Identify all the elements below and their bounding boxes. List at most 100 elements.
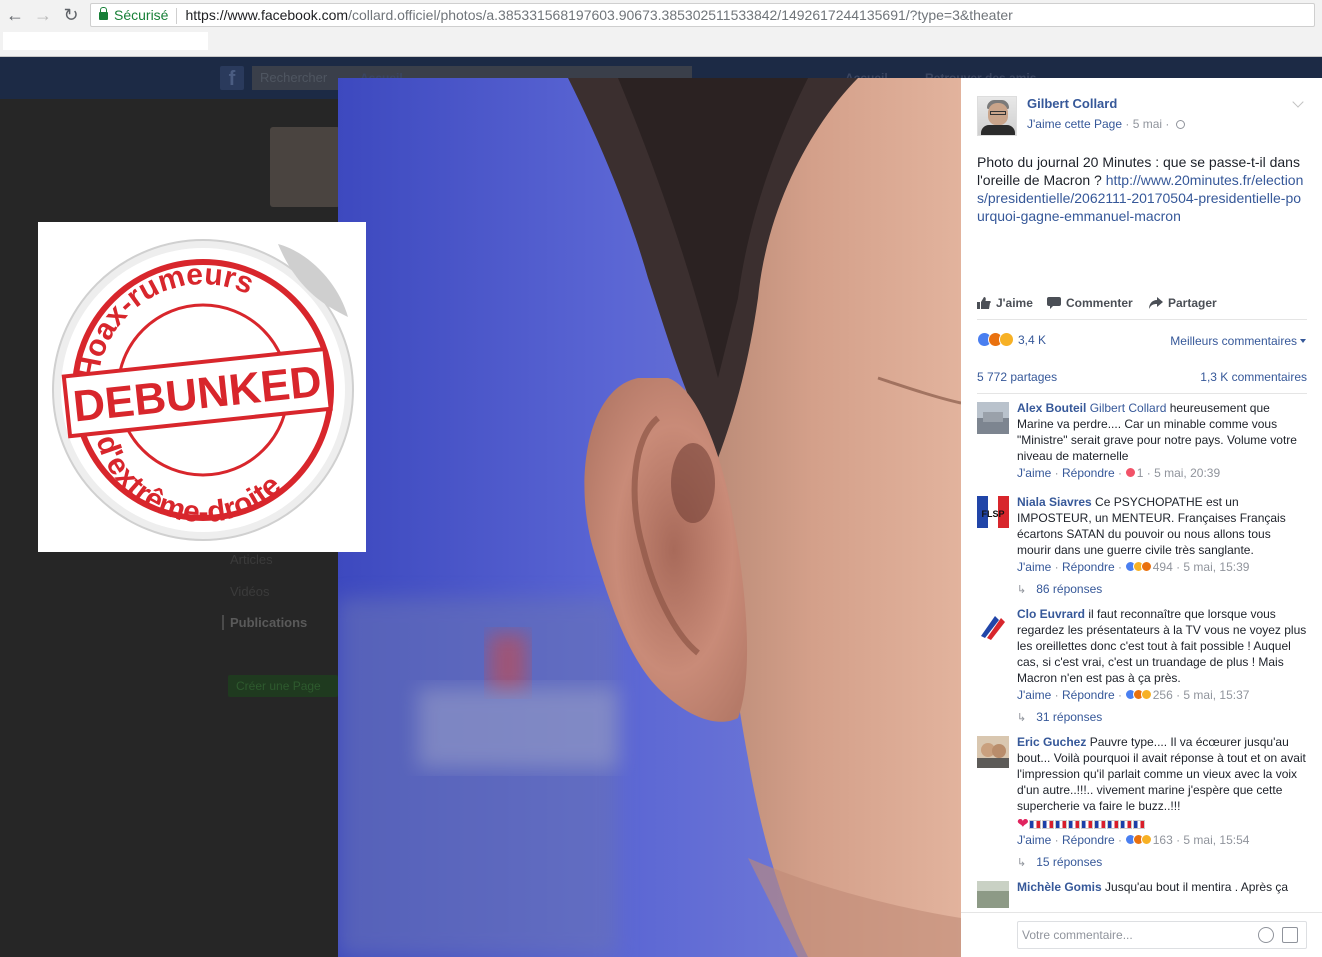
comment-like-link[interactable]: J'aime <box>1017 560 1051 574</box>
comment-icon <box>1047 297 1061 309</box>
comment-author[interactable]: Michèle Gomis <box>1017 880 1102 894</box>
replies-count: 31 réponses <box>1036 710 1103 724</box>
comment-reply-link[interactable]: Répondre <box>1062 466 1115 480</box>
debunked-stamp-graphic: Hoax-rumeurs d'extrême-droite DEBUNKED <box>52 239 354 541</box>
comment-footer: J'aime · Répondre · 1 · 5 mai, 20:39 <box>1017 466 1221 480</box>
comment-time[interactable]: 5 mai, 15:37 <box>1183 688 1249 702</box>
french-flag-emoji-icon <box>1106 820 1119 829</box>
comment-reply-link[interactable]: Répondre <box>1062 688 1115 702</box>
comment-author[interactable]: Clo Euvrard <box>1017 607 1085 621</box>
comment-time[interactable]: 5 mai, 15:39 <box>1183 560 1249 574</box>
forward-icon[interactable]: → <box>32 4 54 26</box>
comment-reaction-count[interactable]: 494 <box>1153 560 1173 574</box>
french-flag-emoji-icon <box>1132 820 1145 829</box>
french-flag-emoji-icon <box>1119 820 1132 829</box>
commenter-avatar[interactable] <box>977 402 1009 434</box>
reply-arrow-icon: ↳ <box>1017 857 1027 869</box>
comments-count[interactable]: 1,3 K commentaires <box>1200 370 1307 384</box>
post-meta: J'aime cette Page · 5 mai · <box>1027 117 1185 131</box>
comment-like-link[interactable]: J'aime <box>1017 688 1051 702</box>
view-replies-link[interactable]: ↳ 31 réponses <box>1017 710 1307 724</box>
comment-list: Alex Bouteil Gilbert Collard heureusemen… <box>977 400 1307 908</box>
like-label: J'aime <box>996 296 1033 310</box>
comment-item: Eric Guchez Pauvre type.... Il va écœure… <box>977 734 1307 847</box>
page-avatar[interactable] <box>977 96 1017 136</box>
like-button[interactable]: J'aime <box>977 296 1033 310</box>
reactions-summary[interactable]: 3,4 K <box>977 332 1046 347</box>
comment-author[interactable]: Niala Siavres <box>1017 495 1092 509</box>
share-label: Partager <box>1168 296 1217 310</box>
comment-time[interactable]: 5 mai, 15:54 <box>1183 833 1249 847</box>
page-profile-picture[interactable] <box>270 127 340 207</box>
comment-item: Michèle Gomis Jusqu'au bout il mentira .… <box>977 879 1307 908</box>
comment-body: Clo Euvrard il faut reconnaître que lors… <box>1017 606 1307 686</box>
gif-picker-icon[interactable] <box>1282 927 1298 943</box>
post-date[interactable]: 5 mai <box>1133 117 1162 131</box>
emoji-picker-icon[interactable] <box>1258 927 1274 943</box>
macron-ear-closeup-image <box>338 78 961 957</box>
caret-down-icon <box>1300 339 1306 343</box>
view-replies-link[interactable]: ↳ 15 réponses <box>1017 855 1307 869</box>
side-nav-item[interactable]: Articles <box>230 552 273 567</box>
french-flag-emoji-icon <box>1028 820 1041 829</box>
reload-icon[interactable]: ↻ <box>60 4 82 26</box>
secure-label: Sécurisé <box>114 7 169 23</box>
commenter-avatar[interactable] <box>977 608 1009 640</box>
back-icon[interactable]: ← <box>4 4 26 26</box>
comment-body: Alex Bouteil Gilbert Collard heureusemen… <box>1017 400 1307 464</box>
commenter-avatar[interactable] <box>977 881 1009 908</box>
comment-composer: Votre commentaire... <box>961 912 1322 957</box>
replies-count: 86 réponses <box>1036 582 1103 596</box>
comment-item: Clo Euvrard il faut reconnaître que lors… <box>977 606 1307 702</box>
reply-arrow-icon: ↳ <box>1017 584 1027 596</box>
comment-footer: J'aime · Répondre · 256 · 5 mai, 15:37 <box>1017 688 1250 702</box>
comment-reaction-count[interactable]: 1 <box>1137 466 1144 480</box>
comment-time[interactable]: 5 mai, 20:39 <box>1154 466 1220 480</box>
share-button[interactable]: Partager <box>1149 296 1217 310</box>
browser-toolbar: ← → ↻ Sécurisé https://www.facebook.com/c… <box>0 0 1322 57</box>
angry-reaction-icon <box>1141 561 1153 572</box>
comment-author[interactable]: Alex Bouteil <box>1017 401 1086 415</box>
view-replies-link[interactable]: ↳ 86 réponses <box>1017 582 1307 596</box>
address-bar[interactable]: Sécurisé https://www.facebook.com/collard… <box>90 3 1315 27</box>
url-domain: https://www.facebook.com <box>185 7 349 23</box>
comment-footer: J'aime · Répondre · 494 · 5 mai, 15:39 <box>1017 560 1250 574</box>
side-nav-item-active[interactable]: Publications <box>222 615 332 630</box>
french-flag-emoji-icon <box>1093 820 1106 829</box>
comment-body: Michèle Gomis Jusqu'au bout il mentira .… <box>1017 879 1307 895</box>
side-nav-item[interactable]: Vidéos <box>230 584 270 599</box>
comment-item: Alex Bouteil Gilbert Collard heureusemen… <box>977 400 1307 480</box>
post-options-chevron-icon[interactable] <box>1292 96 1304 108</box>
bookmarks-bar <box>3 32 208 50</box>
french-flag-emoji-icon <box>1054 820 1067 829</box>
comment-reaction-count[interactable]: 163 <box>1153 833 1173 847</box>
comment-like-link[interactable]: J'aime <box>1017 466 1051 480</box>
comment-reply-link[interactable]: Répondre <box>1062 833 1115 847</box>
thumbs-up-icon <box>977 297 991 309</box>
comment-like-link[interactable]: J'aime <box>1017 833 1051 847</box>
divider <box>977 393 1307 394</box>
theater-photo[interactable] <box>338 78 961 957</box>
comment-reply-link[interactable]: Répondre <box>1062 560 1115 574</box>
commenter-avatar[interactable] <box>977 736 1009 768</box>
shares-count[interactable]: 5 772 partages <box>977 370 1057 384</box>
haha-reaction-icon <box>999 332 1014 347</box>
comment-reaction-count[interactable]: 256 <box>1153 688 1173 702</box>
french-flag-emoji-icon <box>1041 820 1054 829</box>
haha-reaction-icon <box>1141 689 1153 700</box>
comment-author[interactable]: Eric Guchez <box>1017 735 1086 749</box>
like-page-link[interactable]: J'aime cette Page <box>1027 117 1122 131</box>
love-reaction-icon <box>1125 467 1137 478</box>
globe-icon <box>1175 120 1185 129</box>
emoji-row: ❤ <box>1017 816 1307 831</box>
comment-sort-dropdown[interactable]: Meilleurs commentaires <box>1170 334 1306 348</box>
comment-mention[interactable]: Gilbert Collard <box>1090 401 1167 415</box>
french-flag-emoji-icon <box>1080 820 1093 829</box>
comment-button[interactable]: Commenter <box>1047 296 1133 310</box>
commenter-avatar[interactable]: FLSP <box>977 496 1009 528</box>
page-name[interactable]: Gilbert Collard <box>1027 96 1117 111</box>
create-page-button[interactable]: Créer une Page <box>228 675 338 697</box>
sort-label: Meilleurs commentaires <box>1170 334 1297 348</box>
facebook-logo-icon[interactable]: f <box>220 66 244 90</box>
comment-label: Commenter <box>1066 296 1133 310</box>
